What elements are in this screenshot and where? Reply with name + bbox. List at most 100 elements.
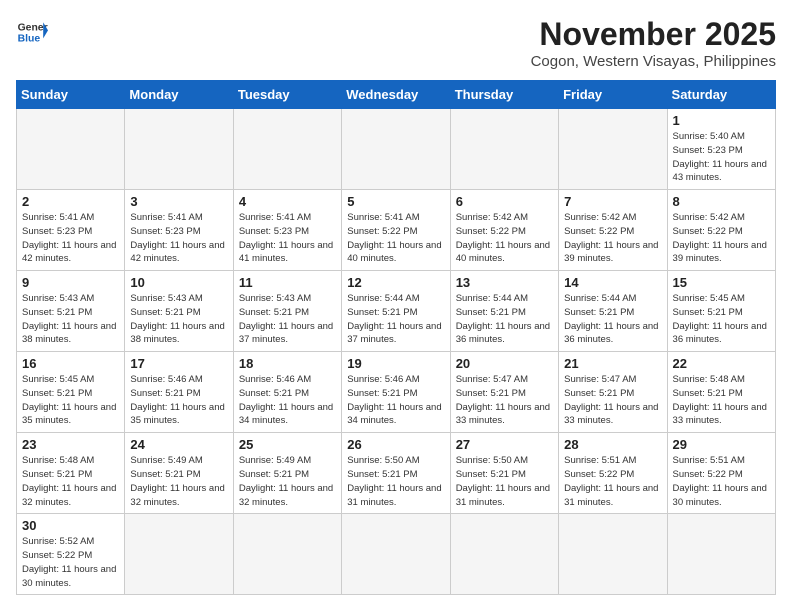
day-number: 14 bbox=[564, 275, 661, 290]
week-row-4: 16 Sunrise: 5:45 AM Sunset: 5:21 PM Dayli… bbox=[17, 352, 776, 433]
weekday-header-thursday: Thursday bbox=[450, 81, 558, 109]
calendar-cell: 23 Sunrise: 5:48 AM Sunset: 5:21 PM Dayli… bbox=[17, 433, 125, 514]
day-info: Sunrise: 5:46 AM Sunset: 5:21 PM Dayligh… bbox=[130, 373, 227, 428]
calendar-cell: 5 Sunrise: 5:41 AM Sunset: 5:22 PM Daylig… bbox=[342, 190, 450, 271]
day-number: 1 bbox=[673, 113, 770, 128]
day-info: Sunrise: 5:50 AM Sunset: 5:21 PM Dayligh… bbox=[347, 454, 444, 509]
weekday-header-monday: Monday bbox=[125, 81, 233, 109]
day-number: 6 bbox=[456, 194, 553, 209]
week-row-1: 1 Sunrise: 5:40 AM Sunset: 5:23 PM Daylig… bbox=[17, 109, 776, 190]
day-info: Sunrise: 5:52 AM Sunset: 5:22 PM Dayligh… bbox=[22, 535, 119, 590]
day-info: Sunrise: 5:40 AM Sunset: 5:23 PM Dayligh… bbox=[673, 130, 770, 185]
weekday-header-saturday: Saturday bbox=[667, 81, 775, 109]
calendar-cell: 7 Sunrise: 5:42 AM Sunset: 5:22 PM Daylig… bbox=[559, 190, 667, 271]
header-section: General Blue November 2025 Cogon, Wester… bbox=[16, 16, 776, 70]
calendar-cell: 4Sunrise: 5:41 AM Sunset: 5:23 PM Daylig… bbox=[233, 190, 341, 271]
logo-icon: General Blue bbox=[16, 16, 48, 48]
calendar-cell bbox=[342, 109, 450, 190]
day-number: 12 bbox=[347, 275, 444, 290]
day-info: Sunrise: 5:47 AM Sunset: 5:21 PM Dayligh… bbox=[564, 373, 661, 428]
calendar-cell: 9 Sunrise: 5:43 AM Sunset: 5:21 PM Daylig… bbox=[17, 271, 125, 352]
day-info: Sunrise: 5:41 AM Sunset: 5:23 PM Dayligh… bbox=[239, 211, 336, 266]
week-row-2: 2Sunrise: 5:41 AM Sunset: 5:23 PM Daylig… bbox=[17, 190, 776, 271]
weekday-header-tuesday: Tuesday bbox=[233, 81, 341, 109]
calendar-cell bbox=[450, 514, 558, 595]
calendar-cell: 26Sunrise: 5:50 AM Sunset: 5:21 PM Dayli… bbox=[342, 433, 450, 514]
day-info: Sunrise: 5:41 AM Sunset: 5:22 PM Dayligh… bbox=[347, 211, 444, 266]
day-info: Sunrise: 5:43 AM Sunset: 5:21 PM Dayligh… bbox=[130, 292, 227, 347]
day-info: Sunrise: 5:50 AM Sunset: 5:21 PM Dayligh… bbox=[456, 454, 553, 509]
logo: General Blue bbox=[16, 16, 48, 48]
day-number: 30 bbox=[22, 518, 119, 533]
calendar-cell bbox=[125, 109, 233, 190]
day-info: Sunrise: 5:51 AM Sunset: 5:22 PM Dayligh… bbox=[564, 454, 661, 509]
calendar-cell bbox=[233, 109, 341, 190]
day-info: Sunrise: 5:42 AM Sunset: 5:22 PM Dayligh… bbox=[564, 211, 661, 266]
day-number: 16 bbox=[22, 356, 119, 371]
calendar-cell: 18 Sunrise: 5:46 AM Sunset: 5:21 PM Dayli… bbox=[233, 352, 341, 433]
day-info: Sunrise: 5:42 AM Sunset: 5:22 PM Dayligh… bbox=[673, 211, 770, 266]
day-info: Sunrise: 5:49 AM Sunset: 5:21 PM Dayligh… bbox=[239, 454, 336, 509]
calendar-cell: 16 Sunrise: 5:45 AM Sunset: 5:21 PM Dayli… bbox=[17, 352, 125, 433]
calendar-cell: 28 Sunrise: 5:51 AM Sunset: 5:22 PM Dayli… bbox=[559, 433, 667, 514]
calendar-cell: 6Sunrise: 5:42 AM Sunset: 5:22 PM Daylig… bbox=[450, 190, 558, 271]
day-number: 28 bbox=[564, 437, 661, 452]
calendar-cell: 12 Sunrise: 5:44 AM Sunset: 5:21 PM Dayli… bbox=[342, 271, 450, 352]
calendar-cell: 8 Sunrise: 5:42 AM Sunset: 5:22 PM Daylig… bbox=[667, 190, 775, 271]
month-title: November 2025 bbox=[531, 16, 776, 53]
day-info: Sunrise: 5:46 AM Sunset: 5:21 PM Dayligh… bbox=[347, 373, 444, 428]
day-info: Sunrise: 5:49 AM Sunset: 5:21 PM Dayligh… bbox=[130, 454, 227, 509]
calendar-cell: 3Sunrise: 5:41 AM Sunset: 5:23 PM Daylig… bbox=[125, 190, 233, 271]
day-info: Sunrise: 5:44 AM Sunset: 5:21 PM Dayligh… bbox=[564, 292, 661, 347]
calendar-cell: 10 Sunrise: 5:43 AM Sunset: 5:21 PM Dayli… bbox=[125, 271, 233, 352]
calendar-cell: 1 Sunrise: 5:40 AM Sunset: 5:23 PM Daylig… bbox=[667, 109, 775, 190]
day-number: 3 bbox=[130, 194, 227, 209]
day-number: 29 bbox=[673, 437, 770, 452]
day-info: Sunrise: 5:45 AM Sunset: 5:21 PM Dayligh… bbox=[22, 373, 119, 428]
day-number: 21 bbox=[564, 356, 661, 371]
calendar-cell bbox=[667, 514, 775, 595]
weekday-header-sunday: Sunday bbox=[17, 81, 125, 109]
day-number: 7 bbox=[564, 194, 661, 209]
calendar-cell: 17Sunrise: 5:46 AM Sunset: 5:21 PM Dayli… bbox=[125, 352, 233, 433]
calendar-cell: 22 Sunrise: 5:48 AM Sunset: 5:21 PM Dayli… bbox=[667, 352, 775, 433]
calendar-cell: 15Sunrise: 5:45 AM Sunset: 5:21 PM Dayli… bbox=[667, 271, 775, 352]
svg-text:Blue: Blue bbox=[18, 34, 41, 45]
day-number: 27 bbox=[456, 437, 553, 452]
day-info: Sunrise: 5:43 AM Sunset: 5:21 PM Dayligh… bbox=[22, 292, 119, 347]
day-info: Sunrise: 5:41 AM Sunset: 5:23 PM Dayligh… bbox=[22, 211, 119, 266]
day-number: 10 bbox=[130, 275, 227, 290]
calendar-cell bbox=[450, 109, 558, 190]
calendar-cell bbox=[342, 514, 450, 595]
calendar-cell: 13Sunrise: 5:44 AM Sunset: 5:21 PM Dayli… bbox=[450, 271, 558, 352]
calendar-cell bbox=[17, 109, 125, 190]
calendar-cell: 27 Sunrise: 5:50 AM Sunset: 5:21 PM Dayli… bbox=[450, 433, 558, 514]
day-number: 20 bbox=[456, 356, 553, 371]
day-number: 23 bbox=[22, 437, 119, 452]
day-number: 19 bbox=[347, 356, 444, 371]
day-number: 13 bbox=[456, 275, 553, 290]
day-number: 5 bbox=[347, 194, 444, 209]
week-row-5: 23 Sunrise: 5:48 AM Sunset: 5:21 PM Dayli… bbox=[17, 433, 776, 514]
weekday-header-row: SundayMondayTuesdayWednesdayThursdayFrid… bbox=[17, 81, 776, 109]
day-number: 24 bbox=[130, 437, 227, 452]
day-info: Sunrise: 5:46 AM Sunset: 5:21 PM Dayligh… bbox=[239, 373, 336, 428]
week-row-3: 9 Sunrise: 5:43 AM Sunset: 5:21 PM Daylig… bbox=[17, 271, 776, 352]
calendar-cell bbox=[559, 109, 667, 190]
day-info: Sunrise: 5:44 AM Sunset: 5:21 PM Dayligh… bbox=[347, 292, 444, 347]
week-row-6: 30 Sunrise: 5:52 AM Sunset: 5:22 PM Dayli… bbox=[17, 514, 776, 595]
day-info: Sunrise: 5:48 AM Sunset: 5:21 PM Dayligh… bbox=[22, 454, 119, 509]
calendar-cell: 21 Sunrise: 5:47 AM Sunset: 5:21 PM Dayli… bbox=[559, 352, 667, 433]
calendar-cell: 30 Sunrise: 5:52 AM Sunset: 5:22 PM Dayli… bbox=[17, 514, 125, 595]
day-info: Sunrise: 5:48 AM Sunset: 5:21 PM Dayligh… bbox=[673, 373, 770, 428]
day-info: Sunrise: 5:45 AM Sunset: 5:21 PM Dayligh… bbox=[673, 292, 770, 347]
weekday-header-friday: Friday bbox=[559, 81, 667, 109]
day-number: 18 bbox=[239, 356, 336, 371]
day-number: 22 bbox=[673, 356, 770, 371]
day-number: 9 bbox=[22, 275, 119, 290]
calendar-cell: 11Sunrise: 5:43 AM Sunset: 5:21 PM Dayli… bbox=[233, 271, 341, 352]
calendar-cell: 29Sunrise: 5:51 AM Sunset: 5:22 PM Dayli… bbox=[667, 433, 775, 514]
day-info: Sunrise: 5:43 AM Sunset: 5:21 PM Dayligh… bbox=[239, 292, 336, 347]
day-number: 8 bbox=[673, 194, 770, 209]
calendar-table: SundayMondayTuesdayWednesdayThursdayFrid… bbox=[16, 80, 776, 595]
